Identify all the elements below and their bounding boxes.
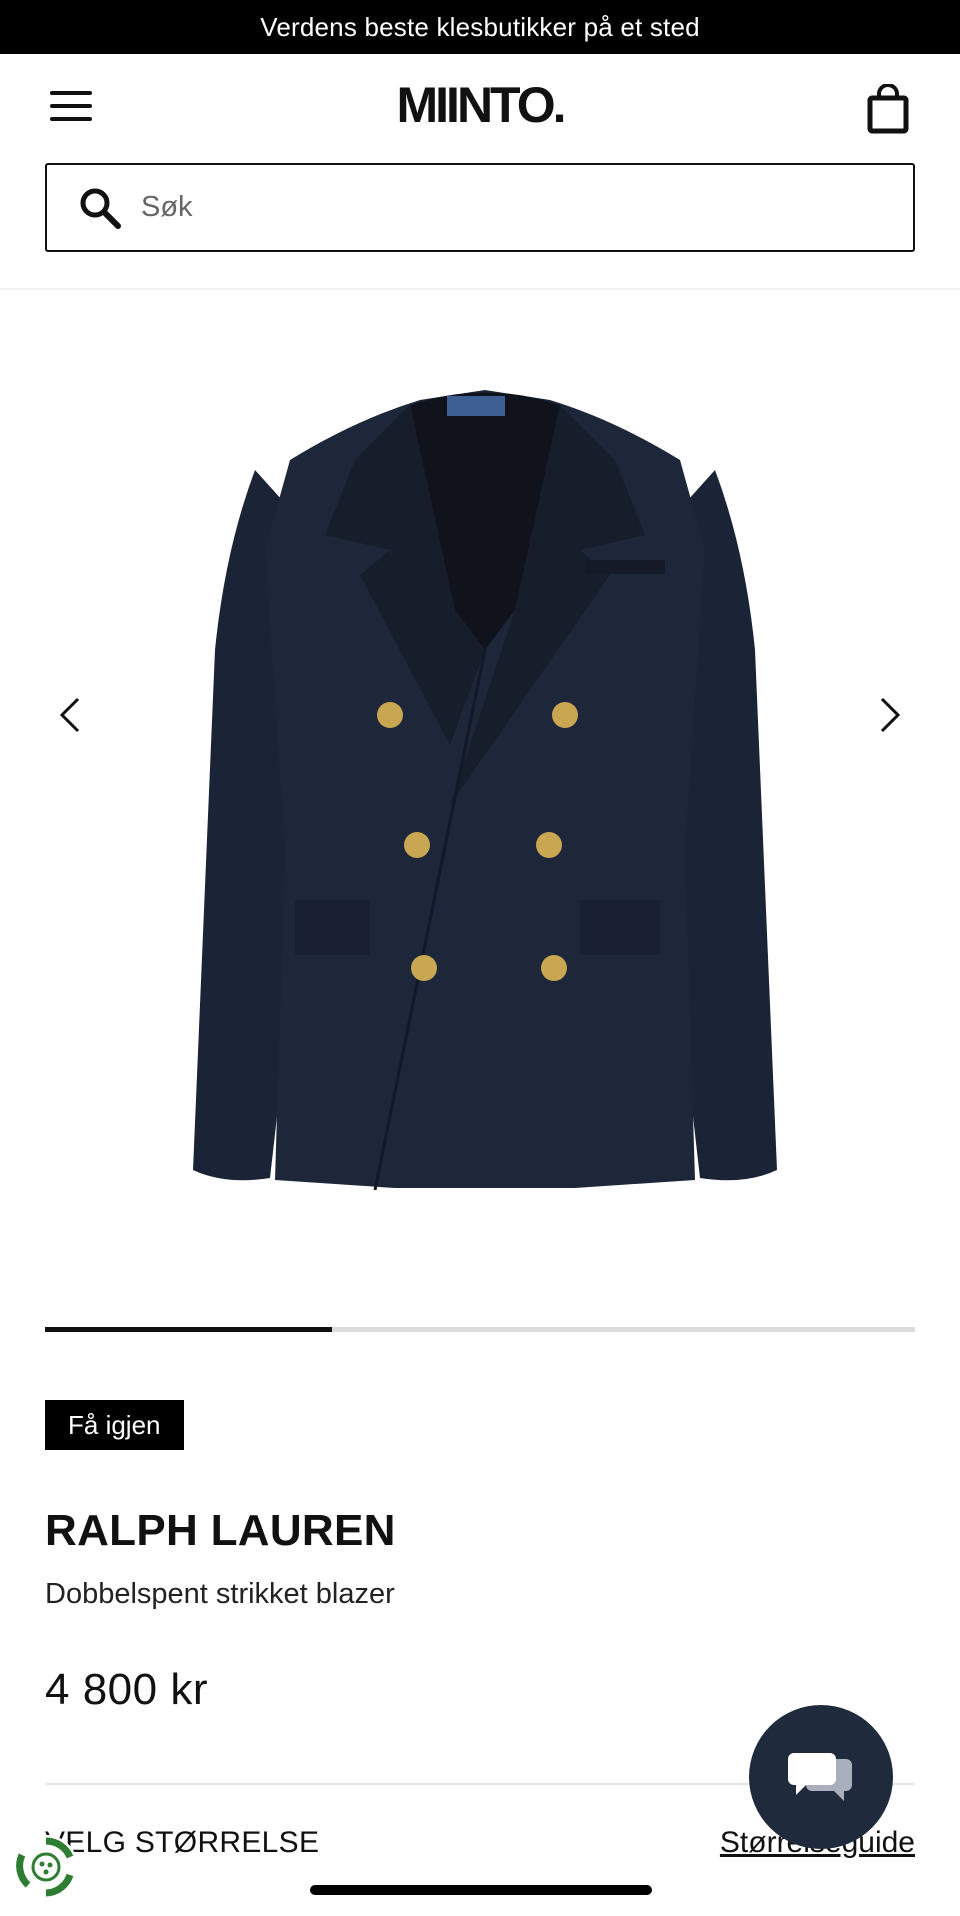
product-name: Dobbelspent strikket blazer — [45, 1578, 395, 1610]
cashback-badge: Få igjen — [45, 1400, 184, 1450]
chevron-left-icon — [59, 697, 80, 733]
shopping-bag-icon — [867, 83, 909, 134]
search-bar[interactable] — [45, 163, 915, 252]
home-indicator — [310, 1885, 652, 1895]
chat-bubbles-icon — [788, 1753, 852, 1801]
product-gallery[interactable] — [0, 290, 960, 1330]
gallery-progress — [45, 1327, 915, 1332]
chevron-right-icon — [880, 697, 901, 733]
badge-label: Få igjen — [68, 1409, 161, 1440]
promo-text: Verdens beste klesbutikker på et sted — [260, 11, 700, 42]
gallery-progress-fill — [45, 1327, 333, 1332]
previous-image-button[interactable] — [50, 685, 90, 745]
search-input[interactable] — [141, 191, 841, 224]
chat-button[interactable] — [749, 1705, 893, 1849]
site-logo[interactable]: MIINTO. — [0, 76, 960, 134]
promo-banner: Verdens beste klesbutikker på et sted — [0, 0, 960, 54]
recycle-eco-icon — [16, 1837, 74, 1897]
eco-badge[interactable] — [14, 1835, 78, 1899]
product-brand[interactable]: RALPH LAUREN — [45, 1506, 396, 1556]
cart-button[interactable] — [866, 83, 910, 134]
site-header: MIINTO. — [0, 54, 960, 160]
search-icon — [80, 188, 121, 229]
product-image — [193, 390, 777, 1190]
product-price: 4 800 kr — [45, 1665, 208, 1714]
next-image-button[interactable] — [870, 685, 910, 745]
size-select-label[interactable]: VELG STØRRELSE — [45, 1826, 319, 1860]
